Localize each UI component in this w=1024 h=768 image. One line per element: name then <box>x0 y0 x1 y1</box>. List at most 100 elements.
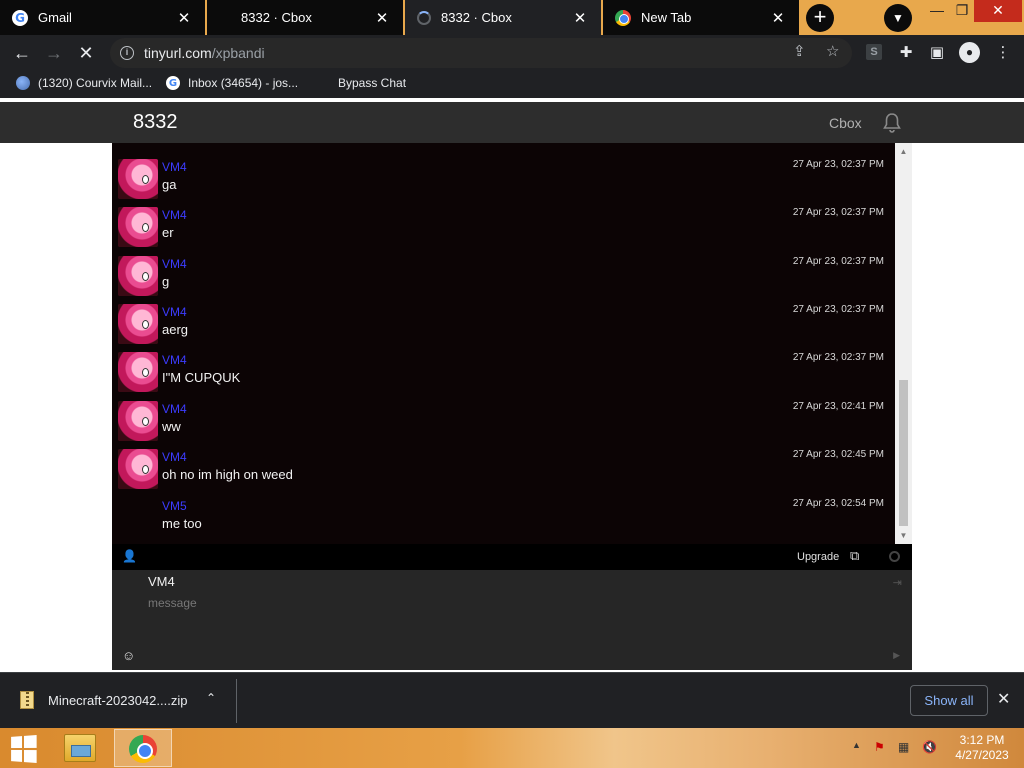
notification-bell-icon[interactable] <box>880 111 904 135</box>
minimize-icon[interactable]: — <box>924 0 950 22</box>
message-username[interactable]: VM4 <box>162 257 187 271</box>
bookmark-star-icon[interactable]: ☆ <box>826 42 839 60</box>
download-filename: Minecraft-2023042....zip <box>48 692 188 708</box>
scrollbar-thumb[interactable] <box>899 380 908 526</box>
zip-file-icon <box>20 691 34 709</box>
browser-toolbar: ← → ✕ i tinyurl.com/xpbandi ⇪ ☆ S ✚ ▣ ● … <box>0 35 1024 70</box>
message-text: ww <box>162 419 181 434</box>
chat-message: VM5 me too 27 Apr 23, 02:54 PM <box>112 486 896 534</box>
google-icon: G <box>166 76 180 90</box>
clock-date: 4/27/2023 <box>955 748 1009 762</box>
bookmark-courvix[interactable]: (1320) Courvix Mail... <box>16 76 152 90</box>
message-username[interactable]: VM4 <box>162 208 187 222</box>
message-time: 27 Apr 23, 02:37 PM <box>792 256 884 267</box>
message-time: 27 Apr 23, 02:37 PM <box>792 159 884 170</box>
download-item[interactable]: Minecraft-2023042....zip <box>20 691 187 709</box>
message-username[interactable]: VM4 <box>162 353 187 367</box>
message-username[interactable]: VM4 <box>162 402 187 416</box>
tab-cbox-1[interactable]: 8332 · Cbox ✕ <box>207 0 403 35</box>
avatar <box>118 159 158 199</box>
url-path: /xpbandi <box>211 45 265 61</box>
window-close-icon[interactable]: ✕ <box>974 0 1022 22</box>
tab-gmail[interactable]: G Gmail ✕ <box>0 0 205 35</box>
message-username[interactable]: VM4 <box>162 450 187 464</box>
message-time: 27 Apr 23, 02:45 PM <box>792 449 884 460</box>
cbox-toolbar: 👤 Upgrade ⧉ <box>112 544 912 570</box>
close-icon[interactable]: ✕ <box>769 9 787 27</box>
avatar <box>118 401 158 441</box>
action-center-flag-icon[interactable]: ⚑ <box>874 740 885 754</box>
google-icon: G <box>12 9 28 26</box>
bookmark-bypass-chat[interactable]: Bypass Chat <box>338 76 406 90</box>
show-all-button[interactable]: Show all <box>910 685 988 716</box>
emoji-icon[interactable]: ☺ <box>122 648 135 663</box>
network-icon[interactable]: ▦ <box>898 740 909 754</box>
windows-taskbar: ▲ ⚑ ▦ 🔇 3:12 PM 4/27/2023 <box>0 728 1024 768</box>
message-username[interactable]: VM4 <box>162 305 187 319</box>
close-icon[interactable]: ✕ <box>175 9 193 27</box>
tray-overflow-icon[interactable]: ▲ <box>852 740 861 750</box>
bookmarks-bar: (1320) Courvix Mail... G Inbox (34654) -… <box>0 70 1024 98</box>
stop-loading-icon[interactable]: ✕ <box>74 41 98 65</box>
extensions-puzzle-icon[interactable]: ✚ <box>896 43 916 61</box>
upgrade-link[interactable]: Upgrade <box>797 551 839 563</box>
chevron-up-icon[interactable]: ⌃ <box>206 691 216 705</box>
chrome-icon <box>129 735 157 763</box>
chrome-taskbar-button[interactable] <box>114 729 172 767</box>
bookmark-inbox[interactable]: G Inbox (34654) - jos... <box>166 76 298 90</box>
avatar <box>118 256 158 296</box>
globe-icon <box>16 76 30 90</box>
avatar <box>118 304 158 344</box>
message-text: I"M CUPQUK <box>162 370 241 385</box>
message-time: 27 Apr 23, 02:41 PM <box>792 401 884 412</box>
volume-muted-icon[interactable]: 🔇 <box>922 740 937 754</box>
message-composer: VM4 ⇥ ☺ ▶ <box>112 570 912 670</box>
message-text: aerg <box>162 322 189 337</box>
message-input[interactable] <box>148 596 848 610</box>
sign-in-icon[interactable]: ⇥ <box>893 576 902 589</box>
chat-message: VM4 g 27 Apr 23, 02:37 PM <box>112 244 896 296</box>
popout-icon[interactable]: ⧉ <box>850 548 859 564</box>
site-info-icon[interactable]: i <box>120 46 134 60</box>
forward-icon[interactable]: → <box>42 41 66 65</box>
message-username[interactable]: VM4 <box>162 160 187 174</box>
tab-title: 8332 · Cbox <box>441 10 512 25</box>
user-icon[interactable]: 👤 <box>122 549 137 563</box>
tab-new-tab[interactable]: New Tab ✕ <box>603 0 799 35</box>
divider <box>236 679 237 723</box>
chat-message: VM4 oh no im high on weed 27 Apr 23, 02:… <box>112 437 896 489</box>
side-panel-icon[interactable]: ▣ <box>927 43 947 61</box>
scroll-up-icon[interactable]: ▲ <box>899 147 908 156</box>
extension-s-icon[interactable]: S <box>866 44 882 60</box>
close-icon[interactable]: ✕ <box>997 689 1010 709</box>
bookmark-label: Bypass Chat <box>338 76 407 90</box>
share-icon[interactable]: ⇪ <box>793 42 806 60</box>
status-circle-icon[interactable] <box>889 551 900 562</box>
send-arrow-icon[interactable]: ▶ <box>893 650 900 661</box>
back-icon[interactable]: ← <box>10 41 34 65</box>
clock[interactable]: 3:12 PM 4/27/2023 <box>952 733 1012 763</box>
url-text[interactable]: tinyurl.com/xpbandi <box>144 45 265 61</box>
close-icon[interactable]: ✕ <box>571 9 589 27</box>
message-text: g <box>162 274 170 289</box>
chat-scrollbar[interactable]: ▲ ▼ <box>895 143 912 544</box>
tab-search-button[interactable]: ▼ <box>884 4 912 32</box>
avatar <box>118 352 158 392</box>
tab-title: 8332 · Cbox <box>241 10 312 25</box>
message-username[interactable]: VM5 <box>162 499 187 513</box>
close-icon[interactable]: ✕ <box>373 9 391 27</box>
message-time: 27 Apr 23, 02:54 PM <box>792 498 884 509</box>
address-bar[interactable]: i tinyurl.com/xpbandi <box>110 38 852 68</box>
start-windows-icon[interactable] <box>11 735 37 763</box>
file-explorer-icon[interactable] <box>64 734 96 762</box>
restore-icon[interactable]: ❐ <box>950 0 974 22</box>
new-tab-button[interactable]: + <box>806 4 834 32</box>
scroll-down-icon[interactable]: ▼ <box>899 531 908 540</box>
tab-cbox-2[interactable]: 8332 · Cbox ✕ <box>405 0 601 35</box>
chat-message: VM4 ga 27 Apr 23, 02:37 PM <box>112 147 896 199</box>
profile-avatar-icon[interactable]: ● <box>959 42 980 63</box>
cbox-link[interactable]: Cbox <box>829 115 862 131</box>
cbox-header: 8332 Cbox <box>0 102 1024 143</box>
menu-kebab-icon[interactable]: ⋮ <box>993 43 1013 61</box>
page-title: 8332 <box>133 111 178 133</box>
